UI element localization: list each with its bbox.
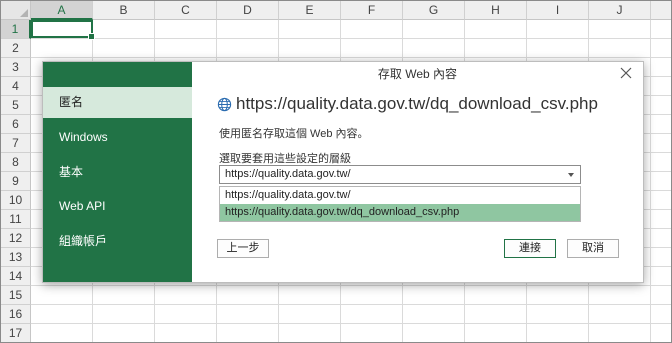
sidebar-item-organizational-account[interactable]: 組織帳戶 [43, 226, 192, 257]
connect-button[interactable]: 連接 [504, 239, 556, 258]
select-all-corner[interactable] [1, 1, 31, 20]
column-header-e[interactable]: E [279, 1, 341, 20]
gridline [31, 304, 671, 305]
access-description: 使用匿名存取這個 Web 內容。 [219, 128, 369, 140]
row-header-12[interactable]: 12 [1, 229, 31, 248]
column-header-k[interactable] [651, 1, 671, 20]
row-header-10[interactable]: 10 [1, 191, 31, 210]
globe-icon [217, 97, 232, 111]
column-header-i[interactable]: I [527, 1, 589, 20]
url-heading: https://quality.data.gov.tw/dq_download_… [217, 91, 598, 117]
column-header-d[interactable]: D [217, 1, 279, 20]
row-header-8[interactable]: 8 [1, 153, 31, 172]
row-header-1[interactable]: 1 [1, 20, 31, 39]
column-header-g[interactable]: G [403, 1, 465, 20]
url-text: https://quality.data.gov.tw/dq_download_… [236, 94, 598, 113]
column-header-f[interactable]: F [341, 1, 403, 20]
chevron-down-icon [568, 173, 574, 177]
level-select[interactable]: https://quality.data.gov.tw/ [219, 165, 581, 184]
access-web-content-dialog: 匿名 Windows 基本 Web API 組織帳戶 存取 Web 內容 htt… [42, 61, 644, 283]
gridline [31, 323, 671, 324]
excel-window: A B C D E F G H I J 1 2 3 4 5 6 7 8 9 10… [0, 0, 672, 343]
close-icon[interactable] [617, 64, 635, 82]
row-header-16[interactable]: 16 [1, 305, 31, 324]
column-header-a[interactable]: A [31, 1, 93, 20]
gridline [31, 57, 671, 58]
column-header-c[interactable]: C [155, 1, 217, 20]
row-header-17[interactable]: 17 [1, 324, 31, 342]
level-option[interactable]: https://quality.data.gov.tw/ [220, 187, 580, 204]
gridline [31, 285, 671, 286]
active-cell-a1[interactable] [31, 20, 95, 40]
sidebar-item-anonymous[interactable]: 匿名 [43, 87, 192, 118]
row-header-14[interactable]: 14 [1, 267, 31, 286]
level-options-list: https://quality.data.gov.tw/ https://qua… [219, 186, 581, 222]
gridline [650, 20, 651, 342]
sidebar-item-web-api[interactable]: Web API [43, 191, 192, 222]
row-header-15[interactable]: 15 [1, 286, 31, 305]
sidebar-item-windows[interactable]: Windows [43, 122, 192, 153]
cancel-button[interactable]: 取消 [567, 239, 619, 258]
sidebar-item-basic[interactable]: 基本 [43, 157, 192, 188]
column-header-b[interactable]: B [93, 1, 155, 20]
column-header-h[interactable]: H [465, 1, 527, 20]
row-header-3[interactable]: 3 [1, 58, 31, 77]
row-header-7[interactable]: 7 [1, 134, 31, 153]
row-header-6[interactable]: 6 [1, 115, 31, 134]
row-header-13[interactable]: 13 [1, 248, 31, 267]
level-select-label: 選取要套用這些設定的層級 [219, 153, 351, 165]
row-header-9[interactable]: 9 [1, 172, 31, 191]
gridline [31, 38, 671, 39]
back-button[interactable]: 上一步 [217, 239, 269, 258]
column-header-j[interactable]: J [589, 1, 651, 20]
row-header-5[interactable]: 5 [1, 96, 31, 115]
row-header-4[interactable]: 4 [1, 77, 31, 96]
level-select-value: https://quality.data.gov.tw/ [225, 168, 351, 180]
row-header-11[interactable]: 11 [1, 210, 31, 229]
row-header-2[interactable]: 2 [1, 39, 31, 58]
dialog-title: 存取 Web 內容 [377, 67, 458, 81]
level-option[interactable]: https://quality.data.gov.tw/dq_download_… [220, 204, 580, 221]
auth-sidebar: 匿名 Windows 基本 Web API 組織帳戶 [43, 62, 192, 282]
